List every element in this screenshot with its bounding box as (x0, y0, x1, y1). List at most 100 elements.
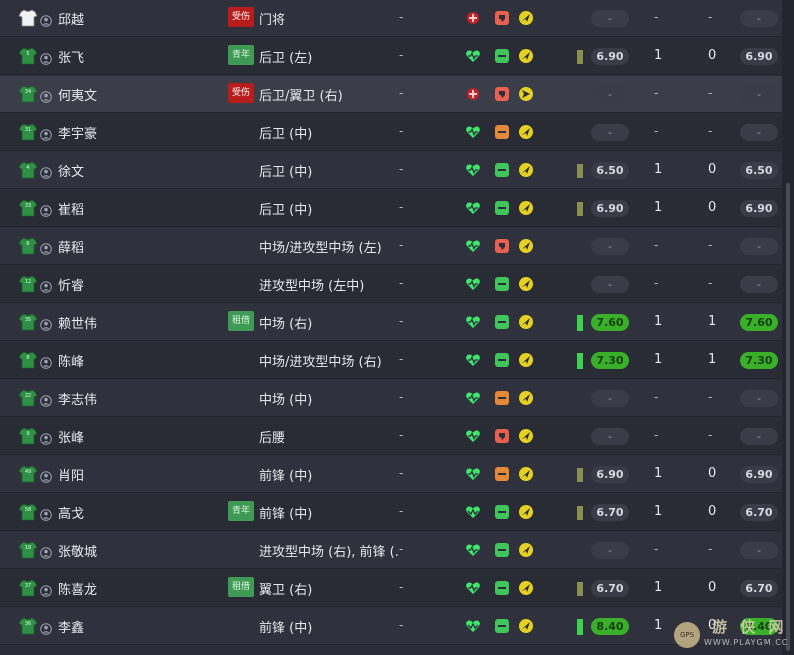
last-rating: 6.90 (740, 48, 778, 65)
player-profile-icon[interactable] (40, 164, 52, 179)
form-arrow-icon (518, 352, 534, 368)
player-row[interactable]: 33 崔稻 后卫 (中) - 6.90 1 0 6.90 (0, 190, 782, 227)
status-badge-loan: 租借 (228, 311, 255, 331)
appearances: - (654, 238, 659, 252)
player-profile-icon[interactable] (40, 88, 52, 103)
injury-icon (465, 10, 481, 26)
player-name[interactable]: 赖世伟 (58, 313, 97, 332)
goals: 0 (708, 580, 717, 595)
player-name[interactable]: 肖阳 (58, 465, 84, 484)
player-profile-icon[interactable] (40, 12, 52, 27)
player-profile-icon[interactable] (40, 582, 52, 597)
player-profile-icon[interactable] (40, 50, 52, 65)
morale-icon (494, 86, 510, 102)
appearances: - (654, 276, 659, 290)
player-row[interactable]: 6 薛稻 中场/进攻型中场 (左) - - - - - (0, 228, 782, 265)
player-row[interactable]: 22 李志伟 中场 (中) - - - - - (0, 380, 782, 417)
player-row[interactable]: 12 忻睿 进攻型中场 (左中) - - - - - (0, 266, 782, 303)
player-profile-icon[interactable] (40, 620, 52, 635)
condition-heart-icon (465, 390, 481, 406)
player-profile-icon[interactable] (40, 278, 52, 293)
goals: 0 (708, 504, 717, 519)
last-rating: 6.50 (740, 162, 778, 179)
kit-shirt-icon: 58 (19, 503, 37, 521)
player-row[interactable]: 37 陈喜龙 租借 翼卫 (右) - 6.70 1 0 6.70 (0, 570, 782, 607)
player-name[interactable]: 张飞 (58, 47, 84, 66)
squad-table: 邱越 受伤 门将 - - - - -5 张飞 青年 后卫 (左) -6.90 1 0 6.90 34 何夷文 受伤… (0, 0, 782, 655)
player-row[interactable]: 8 陈峰 中场/进攻型中场 (右) - 7.30 1 1 7.30 (0, 342, 782, 379)
shirt-number: 37 (24, 583, 32, 589)
empty-column-value: - (399, 124, 404, 138)
player-name[interactable]: 陈喜龙 (58, 579, 97, 598)
player-row[interactable]: 邱越 受伤 门将 - - - - - (0, 0, 782, 37)
player-position: 中场/进攻型中场 (右) (259, 355, 382, 370)
morale-icon (494, 48, 510, 64)
player-row[interactable]: 36 李鑫 前锋 (中) - 8.40 1 0 8.40 (0, 608, 782, 645)
player-row[interactable]: 5 张飞 青年 后卫 (左) - 6.90 1 0 6.90 (0, 38, 782, 75)
player-position: 中场 (中) (259, 393, 313, 408)
status-badge-injury: 受伤 (228, 83, 255, 103)
player-row[interactable]: 18 张敬城 进攻型中场 (右), 前锋 (... - - - - - (0, 532, 782, 569)
player-profile-icon[interactable] (40, 468, 52, 483)
player-row[interactable]: 49 肖阳 前锋 (中) - 6.90 1 0 6.90 (0, 456, 782, 493)
player-profile-icon[interactable] (40, 240, 52, 255)
goals: - (708, 124, 713, 138)
player-row[interactable]: 4 徐文 后卫 (中) - 6.50 1 0 6.50 (0, 152, 782, 189)
shirt-number: 31 (24, 127, 32, 133)
shirt-number: 34 (24, 89, 32, 95)
player-profile-icon[interactable] (40, 202, 52, 217)
scrollbar-thumb[interactable] (786, 183, 790, 651)
player-profile-icon[interactable] (40, 430, 52, 445)
status-badge-youth: 青年 (228, 45, 255, 65)
player-name[interactable]: 崔稻 (58, 199, 84, 218)
empty-column-value: - (399, 390, 404, 404)
appearances: 1 (654, 504, 663, 519)
rating-bar (577, 582, 583, 596)
goals: - (708, 542, 713, 556)
last-rating: - (740, 276, 778, 293)
player-name[interactable]: 张敬城 (58, 541, 97, 560)
rating-bar (577, 353, 583, 369)
player-profile-icon[interactable] (40, 544, 52, 559)
shirt-number: 9 (26, 431, 30, 437)
average-rating: 6.90 (591, 48, 629, 65)
player-row[interactable]: 9 张峰 后腰 - - - - - (0, 418, 782, 455)
player-name[interactable]: 陈峰 (58, 351, 84, 370)
empty-column-value: - (399, 162, 404, 176)
goals: - (708, 428, 713, 442)
player-position: 后卫 (中) (259, 127, 313, 142)
player-name[interactable]: 徐文 (58, 161, 84, 180)
player-row[interactable]: 58 高戈 青年 前锋 (中) - 6.70 1 0 6.70 (0, 494, 782, 531)
morale-icon (494, 124, 510, 140)
player-name[interactable]: 李鑫 (58, 617, 84, 636)
appearances: 1 (654, 580, 663, 595)
player-name[interactable]: 薛稻 (58, 237, 84, 256)
player-position: 中场/进攻型中场 (左) (259, 241, 382, 256)
player-profile-icon[interactable] (40, 506, 52, 521)
player-row[interactable]: 34 何夷文 受伤 后卫/翼卫 (右) - - - - - (0, 76, 782, 113)
player-name[interactable]: 李志伟 (58, 389, 97, 408)
player-name[interactable]: 高戈 (58, 503, 84, 522)
player-name[interactable]: 李宇豪 (58, 123, 97, 142)
status-badge-loan: 租借 (228, 577, 255, 597)
morale-icon (494, 390, 510, 406)
kit-shirt-icon: 22 (19, 389, 37, 407)
injury-icon (465, 86, 481, 102)
kit-shirt-icon (19, 9, 37, 27)
player-profile-icon[interactable] (40, 354, 52, 369)
last-rating: - (740, 390, 778, 407)
player-profile-icon[interactable] (40, 392, 52, 407)
player-profile-icon[interactable] (40, 316, 52, 331)
shirt-number: 4 (26, 165, 30, 171)
morale-icon (494, 238, 510, 254)
player-name[interactable]: 忻睿 (58, 275, 84, 294)
player-name[interactable]: 何夷文 (58, 85, 97, 104)
appearances: - (654, 542, 659, 556)
player-profile-icon[interactable] (40, 126, 52, 141)
appearances: - (654, 428, 659, 442)
player-row[interactable]: 31 李宇豪 后卫 (中) - - - - - (0, 114, 782, 151)
player-row[interactable]: 35 赖世伟 租借 中场 (右) - 7.60 1 1 7.60 (0, 304, 782, 341)
player-name[interactable]: 张峰 (58, 427, 84, 446)
rating-bar (577, 619, 583, 635)
player-name[interactable]: 邱越 (58, 9, 84, 28)
